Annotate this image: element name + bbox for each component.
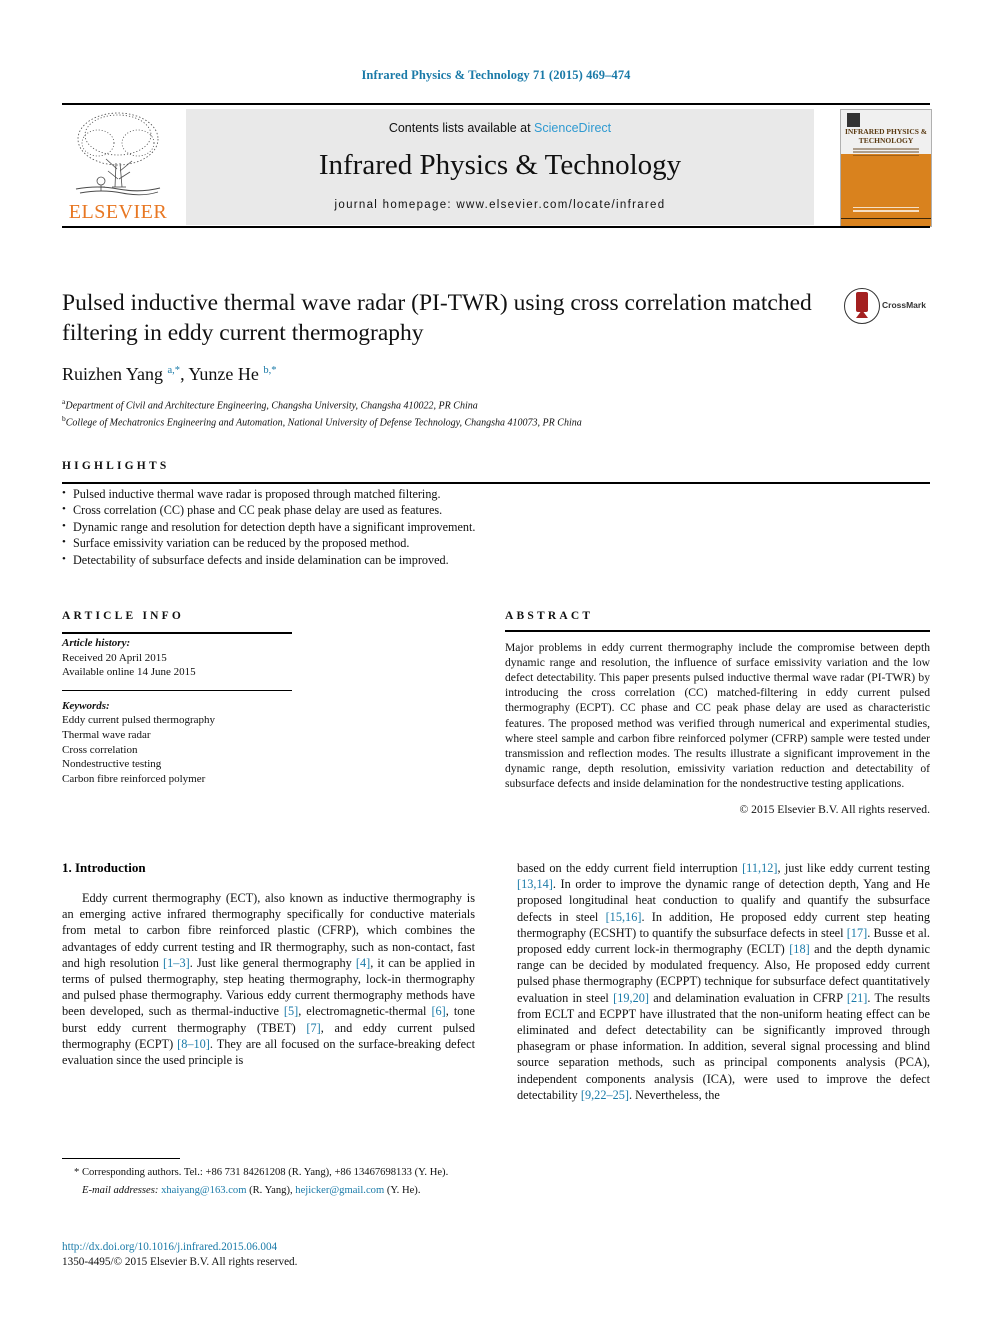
intro-paragraph-left: Eddy current thermography (ECT), also kn… [62, 891, 475, 1068]
list-item: Detectability of subsurface defects and … [62, 551, 930, 568]
journal-cover-thumbnail: INFRARED PHYSICS & TECHNOLOGY [840, 109, 932, 227]
email-addresses-note[interactable]: E-mail addresses: xhaiyang@163.com (R. Y… [62, 1184, 475, 1198]
article-history-label: Article history: [62, 637, 131, 649]
crossmark-label: CrossMark [882, 300, 926, 310]
footer-identifiers: http://dx.doi.org/10.1016/j.infrared.201… [62, 1240, 562, 1270]
article-history-lines: Received 20 April 2015 Available online 1… [62, 651, 292, 680]
highlights-section: HIGHLIGHTS Pulsed inductive thermal wave… [62, 460, 930, 568]
contents-prefix: Contents lists available at [388, 121, 535, 135]
list-item: Dynamic range and resolution for detecti… [62, 518, 930, 535]
abstract-rule [505, 630, 930, 632]
contents-line: Contents lists available at ScienceDirec… [186, 121, 814, 135]
list-item: Surface emissivity variation can be redu… [62, 534, 930, 551]
highlights-list: Pulsed inductive thermal wave radar is p… [62, 485, 930, 568]
keywords-label: Keywords: [62, 699, 110, 712]
section-heading-introduction: 1. Introduction [62, 860, 146, 875]
cover-editor-lines [853, 206, 919, 214]
intro-paragraph-right: based on the eddy current field interrup… [517, 861, 931, 1102]
article-info-column: ARTICLE INFO Article history: Received 2… [62, 610, 292, 786]
elsevier-logo: ELSEVIER [62, 109, 174, 227]
article-info-rule [62, 632, 292, 634]
cover-journal-title: INFRARED PHYSICS & TECHNOLOGY [844, 127, 928, 145]
list-item: Received 20 April 2015 [62, 651, 167, 664]
masthead-top-rule [62, 103, 930, 105]
list-item: Cross correlation [62, 743, 138, 756]
sciencedirect-link[interactable]: ScienceDirect [534, 121, 611, 135]
keywords-block: Keywords: Eddy current pulsed thermograp… [62, 699, 292, 787]
running-head: Infrared Physics & Technology 71 (2015) … [361, 68, 631, 82]
list-item: Available online 14 June 2015 [62, 666, 196, 679]
journal-title: Infrared Physics & Technology [318, 149, 682, 181]
list-item: Thermal wave radar [62, 728, 151, 741]
abstract-heading: ABSTRACT [505, 610, 594, 622]
journal-homepage-link[interactable]: journal homepage: www.elsevier.com/locat… [186, 199, 814, 211]
abstract-column: ABSTRACT Major problems in eddy current … [505, 610, 930, 816]
affiliation-b: bCollege of Mechatronics Engineering and… [62, 414, 582, 429]
elsevier-wordmark: ELSEVIER [68, 201, 168, 223]
keywords-list: Eddy current pulsed thermography Thermal … [62, 713, 292, 786]
paper-page: Infrared Physics & Technology 71 (2015) … [0, 0, 992, 1323]
article-history: Article history: Received 20 April 2015 A… [62, 636, 292, 680]
doi-link[interactable]: http://dx.doi.org/10.1016/j.infrared.201… [62, 1240, 562, 1255]
abstract-text: Major problems in eddy current thermogra… [505, 640, 930, 791]
article-info-heading: ARTICLE INFO [62, 610, 185, 622]
keywords-rule [62, 689, 292, 691]
affiliation-a: aDepartment of Civil and Architecture En… [62, 397, 478, 412]
elsevier-tree-icon [75, 112, 161, 196]
abstract-copyright: © 2015 Elsevier B.V. All rights reserved… [739, 803, 930, 817]
issn-copyright: 1350-4495/© 2015 Elsevier B.V. All right… [62, 1256, 298, 1268]
page-title: Pulsed inductive thermal wave radar (PI-… [62, 290, 812, 346]
crossmark-badge[interactable]: CrossMark [844, 288, 930, 324]
footnotes: * Corresponding authors. Tel.: +86 731 8… [62, 1158, 475, 1197]
list-item: Cross correlation (CC) phase and CC peak… [62, 501, 930, 518]
title-block: Pulsed inductive thermal wave radar (PI-… [62, 288, 930, 430]
highlights-rule [62, 482, 930, 484]
journal-banner: Contents lists available at ScienceDirec… [186, 109, 814, 225]
masthead-bottom-rule [62, 226, 930, 228]
list-item: Nondestructive testing [62, 758, 162, 771]
footnote-rule [62, 1158, 180, 1159]
list-item: Pulsed inductive thermal wave radar is p… [62, 485, 930, 502]
journal-masthead: ELSEVIER Contents lists available at Sci… [62, 103, 932, 228]
cover-publisher-mark-icon [847, 113, 860, 127]
corresponding-author-note: * Corresponding authors. Tel.: +86 731 8… [74, 1167, 449, 1178]
author-list: Ruizhen Yang a,*, Yunze He b,* [62, 364, 277, 384]
body-column-right: based on the eddy current field interrup… [517, 860, 930, 1103]
cover-subtitle-lines [853, 148, 919, 158]
cover-bottom-rule [841, 217, 931, 219]
list-item: Carbon fibre reinforced polymer [62, 772, 206, 785]
crossmark-icon [844, 288, 880, 324]
highlights-heading: HIGHLIGHTS [62, 460, 170, 472]
affiliations: aDepartment of Civil and Architecture En… [62, 395, 930, 430]
list-item: Eddy current pulsed thermography [62, 714, 216, 727]
body-column-left: 1. Introduction Eddy current thermograph… [62, 860, 475, 1068]
